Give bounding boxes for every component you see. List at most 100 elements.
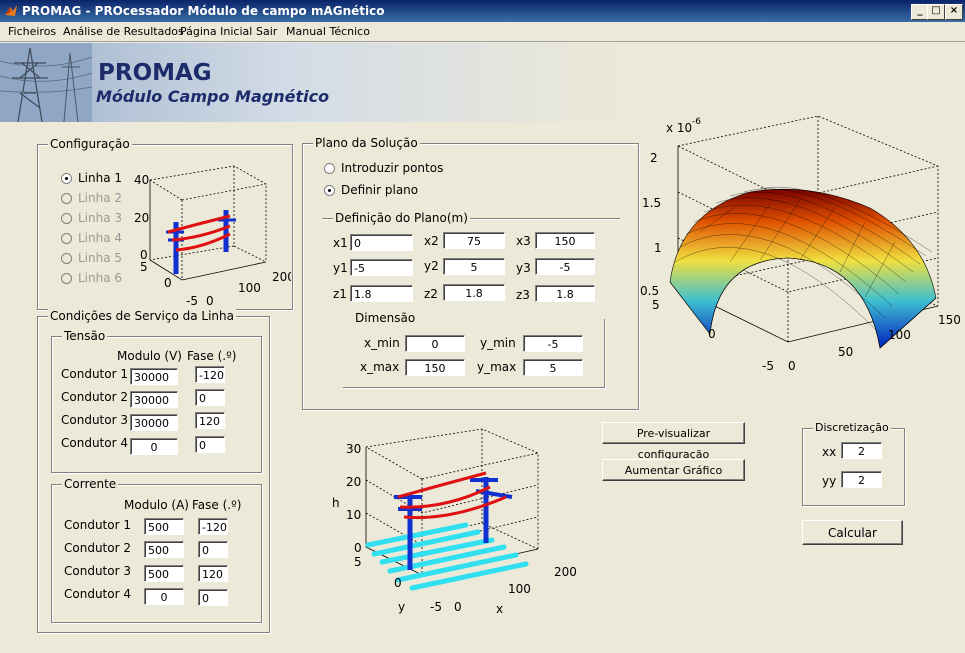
menu-manual-tecnico[interactable]: Manual Técnico	[286, 25, 370, 38]
maximize-button[interactable]: □	[927, 4, 945, 20]
tensao-modulo-3-field[interactable]: 30000	[130, 414, 178, 431]
corrente-condutor-2-label: Condutor 2	[64, 541, 131, 555]
corrente-modulo-2-field[interactable]: 500	[144, 541, 184, 558]
menu-ficheiros[interactable]: Ficheiros	[8, 25, 56, 38]
radio-linha-1[interactable]	[61, 173, 72, 184]
tensao-fase-3-field[interactable]: 120	[195, 412, 225, 429]
configuration-preview-plot: 30 20 10 0 h 5 0 -5 y 0 100 200 x	[332, 428, 577, 616]
linha-5-label: Linha 5	[78, 251, 123, 265]
corrente-title: Corrente	[62, 477, 119, 491]
menu-sair[interactable]: Sair	[256, 25, 277, 38]
surface-y-tick-5: 5	[652, 298, 660, 312]
tensao-condutor-1-label: Condutor 1	[61, 367, 128, 381]
aumentar-grafico-button[interactable]: Aumentar Gráfico	[602, 459, 745, 481]
configuracao-title: Configuração	[48, 137, 132, 151]
preview-z-tick-0: 0	[354, 541, 362, 555]
xx-field[interactable]: 2	[841, 442, 882, 459]
linha-6-label: Linha 6	[78, 271, 123, 285]
preview-x-tick-200: 200	[554, 565, 577, 579]
tensao-fase-1-field[interactable]: -120	[195, 366, 225, 383]
preview-z-tick-20: 20	[346, 475, 361, 489]
xx-label: xx	[822, 445, 837, 459]
radio-linha-4[interactable]	[61, 233, 72, 244]
z3-field[interactable]: 1.8	[535, 285, 595, 302]
corrente-fase-3-field[interactable]: 120	[198, 565, 228, 582]
corrente-modulo-3-field[interactable]: 500	[144, 565, 184, 582]
y2-label: y2	[424, 259, 439, 273]
surface-x-tick-150: 150	[938, 313, 961, 327]
plano-title: Plano da Solução	[313, 136, 420, 150]
preview-x-tick-0: 0	[454, 600, 462, 614]
surface-z-tick-2: 2	[650, 151, 658, 165]
radio-linha-6[interactable]	[61, 273, 72, 284]
config-x-tick-200: 200	[272, 270, 291, 284]
radio-definir-plano[interactable]	[324, 185, 335, 196]
calcular-button[interactable]: Calcular	[802, 520, 903, 545]
y3-field[interactable]: -5	[535, 258, 595, 275]
x1-field[interactable]: 0	[350, 234, 413, 251]
tensao-modulo-1-field[interactable]: 30000	[130, 368, 178, 385]
yy-label: yy	[822, 474, 837, 488]
x3-field[interactable]: 150	[535, 232, 595, 249]
surface-exponent-power: -6	[692, 117, 701, 127]
y1-field[interactable]: -5	[350, 259, 413, 276]
surface-x-tick-100: 100	[888, 328, 911, 342]
corrente-modulo-4-field[interactable]: 0	[144, 588, 184, 605]
tensao-fase-header: Fase (.º)	[187, 349, 237, 363]
dimensao-box	[343, 319, 605, 388]
tensao-fase-2-field[interactable]: 0	[195, 389, 225, 406]
y-max-field[interactable]: 5	[523, 359, 583, 376]
z2-field[interactable]: 1.8	[443, 284, 505, 301]
introduzir-pontos-label: Introduzir pontos	[341, 161, 444, 175]
z1-label: z1	[333, 287, 347, 301]
config-z-tick-20: 20	[134, 211, 149, 225]
linha-1-label: Linha 1	[78, 171, 123, 185]
yy-field[interactable]: 2	[841, 471, 882, 488]
corrente-modulo-1-field[interactable]: 500	[144, 518, 184, 535]
tensao-fase-4-field[interactable]: 0	[195, 436, 225, 453]
pre-visualizar-button[interactable]: Pre-visualizar configuração	[602, 422, 745, 461]
radio-linha-3[interactable]	[61, 213, 72, 224]
menu-bar: Ficheiros Análise de Resultados Página I…	[0, 22, 965, 41]
config-z-tick-40: 40	[134, 173, 149, 187]
corrente-condutor-4-label: Condutor 4	[64, 587, 131, 601]
surface-x-tick-0: 0	[788, 359, 796, 373]
z2-label: z2	[424, 287, 438, 301]
discretizacao-title: Discretização	[813, 421, 891, 434]
radio-linha-2[interactable]	[61, 193, 72, 204]
config-y-tick-5: 5	[140, 260, 148, 274]
y-min-field[interactable]: -5	[523, 335, 583, 352]
x2-label: x2	[424, 234, 439, 248]
tensao-modulo-4-field[interactable]: 0	[130, 438, 178, 455]
discretizacao-group: Discretização	[802, 421, 905, 506]
tensao-title: Tensão	[62, 329, 108, 343]
tensao-modulo-2-field[interactable]: 30000	[130, 391, 178, 408]
corrente-fase-4-field[interactable]: 0	[198, 589, 228, 606]
preview-y-tick-neg5: -5	[430, 600, 442, 614]
corrente-fase-1-field[interactable]: -120	[198, 518, 228, 535]
corrente-condutor-1-label: Condutor 1	[64, 518, 131, 532]
menu-analise-resultados[interactable]: Análise de Resultados	[63, 25, 184, 38]
radio-introduzir-pontos[interactable]	[324, 163, 335, 174]
window-title: PROMAG - PROcessador Módulo de campo mAG…	[22, 4, 385, 18]
x-max-field[interactable]: 150	[405, 359, 465, 376]
magnetic-field-surface-plot: x 10 -6 2 1.5 1 0.5 5 0 -5 0 50 100 150	[640, 115, 961, 373]
menu-pagina-inicial[interactable]: Página Inicial	[180, 25, 252, 38]
surface-z-tick-1: 1	[654, 241, 662, 255]
preview-z-label: h	[332, 496, 340, 510]
corrente-modulo-header: Modulo (A)	[124, 498, 189, 512]
close-button[interactable]: ×	[945, 4, 963, 20]
surface-z-tick-0-5: 0.5	[640, 284, 659, 298]
radio-linha-5[interactable]	[61, 253, 72, 264]
preview-z-tick-30: 30	[346, 442, 361, 456]
x-min-field[interactable]: 0	[405, 335, 465, 352]
y2-field[interactable]: 5	[443, 258, 505, 275]
surface-exponent-base: x 10	[666, 121, 692, 135]
z3-label: z3	[516, 288, 530, 302]
linha-4-label: Linha 4	[78, 231, 123, 245]
matlab-icon	[5, 5, 17, 16]
corrente-fase-2-field[interactable]: 0	[198, 541, 228, 558]
banner-subtitle: Módulo Campo Magnético	[96, 87, 330, 106]
z1-field[interactable]: 1.8	[350, 285, 413, 302]
x2-field[interactable]: 75	[443, 232, 505, 249]
